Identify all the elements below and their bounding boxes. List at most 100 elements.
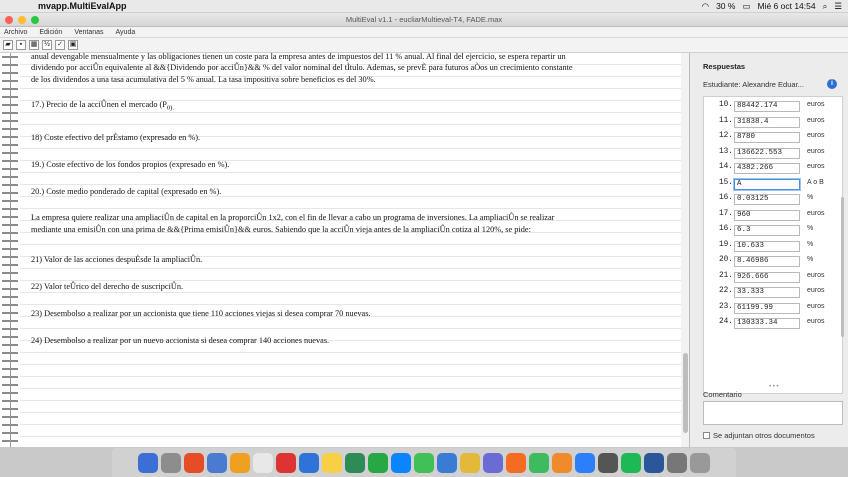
dock-app-icon[interactable]	[184, 452, 204, 473]
attach-checkbox-row[interactable]: Se adjuntan otros documentos	[703, 431, 815, 440]
menu-item-3[interactable]: Ayuda	[116, 29, 136, 36]
dock-app-icon[interactable]	[437, 452, 457, 473]
search-icon[interactable]: ⌕	[823, 1, 828, 12]
answer-input[interactable]: A	[734, 178, 800, 190]
wifi-icon[interactable]: ◠	[702, 1, 709, 12]
paragraph: anual devengable mensualmente y las obli…	[31, 53, 566, 61]
battery-icon[interactable]: ▭	[742, 1, 750, 12]
dock-app-icon[interactable]	[690, 452, 710, 473]
question-19: 19.) Coste efectivo de los fondos propio…	[31, 160, 230, 169]
answer-number: 11.	[718, 116, 733, 125]
answer-unit: euros	[807, 209, 825, 217]
question-18: 18) Coste efectivo del prÈstamo (expresa…	[31, 133, 201, 142]
dock-app-icon[interactable]	[552, 452, 572, 473]
maximize-icon[interactable]	[31, 16, 39, 24]
answer-input[interactable]: 88442.174	[734, 101, 800, 112]
answer-input[interactable]: 33.333	[734, 287, 800, 298]
dock-app-icon[interactable]	[253, 452, 273, 473]
dock-app-icon[interactable]	[460, 452, 480, 473]
calculator-icon[interactable]: ▦	[29, 40, 39, 50]
minimize-icon[interactable]	[18, 16, 26, 24]
answer-number: 17.	[718, 209, 733, 218]
dock-app-icon[interactable]	[138, 452, 158, 473]
answer-number: 19.	[718, 240, 733, 249]
answer-input[interactable]: 8.46986	[734, 256, 800, 267]
answer-unit: euros	[807, 302, 825, 310]
check-icon[interactable]: ✓	[55, 40, 65, 50]
comment-input[interactable]	[703, 401, 843, 425]
menubar-app-name[interactable]: mvapp.MultiEvalApp	[38, 1, 127, 11]
answer-input[interactable]: 960	[734, 209, 800, 221]
answer-row: 13. 136622.553 euros	[704, 147, 842, 162]
open-folder-icon[interactable]: ▰	[3, 40, 13, 50]
answer-row: 16. 6.3%	[704, 225, 842, 239]
answers-scrollbar[interactable]	[841, 197, 844, 337]
scrollbar-thumb[interactable]	[683, 353, 688, 433]
answer-row: 10. 88442.174 euros	[704, 101, 842, 115]
answers-panel: Respuestas Estudiante: Alexandre Eduar..…	[691, 53, 848, 447]
answer-row: 23. 61199.99 euros	[704, 302, 842, 317]
dock-app-icon[interactable]	[276, 452, 296, 473]
window-title: MultiEval v1.1 - eucliarMultieval-T4, FA…	[345, 15, 503, 24]
dock-app-icon[interactable]	[598, 452, 618, 473]
dock-app-icon[interactable]	[368, 452, 388, 473]
close-icon[interactable]	[5, 16, 13, 24]
notification-center-icon[interactable]: ☰	[834, 1, 842, 12]
dock-app-icon[interactable]	[483, 452, 503, 473]
system-menubar: mvapp.MultiEvalApp ◠ 30 % ▭ Mié 6 oct 14…	[0, 0, 848, 13]
answers-list[interactable]: 10. 88442.174 euros 11. 31838.4 euros 12. 8780 e…	[703, 96, 843, 394]
answer-number: 14.	[718, 163, 733, 171]
dock-app-icon[interactable]	[667, 452, 687, 473]
dock-app-icon[interactable]	[529, 452, 549, 473]
answer-input[interactable]: 0.03125	[734, 194, 800, 205]
attach-label: Se adjuntan otros documentos	[713, 431, 815, 440]
answer-number: 10.	[718, 101, 733, 109]
answer-input[interactable]: 136622.553	[734, 147, 800, 159]
answer-input[interactable]: 8780	[734, 132, 800, 143]
answer-input[interactable]: 4382.266	[734, 163, 800, 174]
dock-app-icon[interactable]	[345, 452, 365, 473]
answer-unit: euros	[807, 101, 825, 108]
answer-input[interactable]: 10.633	[734, 240, 800, 252]
exercise-document[interactable]: anual devengable mensualmente y las obli…	[0, 53, 690, 447]
dock-app-icon[interactable]	[644, 452, 664, 473]
fraction-icon[interactable]: ½	[42, 40, 52, 50]
attach-checkbox[interactable]	[703, 432, 710, 439]
paragraph: La empresa quiere realizar una ampliaciÛ…	[31, 213, 555, 222]
answer-row: 16. 0.03125%	[704, 194, 842, 208]
spiral-binding	[2, 53, 18, 447]
dock-app-icon[interactable]	[506, 452, 526, 473]
answer-row: 11. 31838.4 euros	[704, 116, 842, 131]
menu-item-1[interactable]: Edición	[39, 29, 62, 36]
answer-row: 15. A A o B	[704, 178, 842, 193]
answer-input[interactable]: 61199.99	[734, 302, 800, 314]
menu-item-2[interactable]: Ventanas	[74, 29, 103, 36]
dock-app-icon[interactable]	[299, 452, 319, 473]
answer-unit: euros	[807, 116, 825, 124]
split-handle[interactable]: • • •	[769, 384, 779, 390]
question-22: 22) Valor teÛrico del derecho de suscrip…	[31, 282, 184, 291]
dock-app-icon[interactable]	[391, 452, 411, 473]
document-scrollbar[interactable]	[681, 53, 689, 447]
window-titlebar[interactable]: MultiEval v1.1 - eucliarMultieval-T4, FA…	[0, 13, 848, 27]
save-icon[interactable]: ▪	[16, 40, 26, 50]
dock-app-icon[interactable]	[207, 452, 227, 473]
disk-icon[interactable]: ▣	[68, 40, 78, 50]
dock-app-icon[interactable]	[230, 452, 250, 473]
answer-input[interactable]: 6.3	[734, 225, 800, 236]
comment-label: Comentario	[703, 390, 742, 399]
dock-app-icon[interactable]	[414, 452, 434, 473]
answer-input[interactable]: 926.666	[734, 271, 800, 283]
menu-item-0[interactable]: Archivo	[4, 29, 27, 36]
answer-input[interactable]: 130333.34	[734, 318, 800, 329]
paragraph: de los dividendos a una tasa acumulativa…	[31, 75, 376, 84]
dock-app-icon[interactable]	[161, 452, 181, 473]
answer-input[interactable]: 31838.4	[734, 116, 800, 128]
answer-number: 16.	[718, 225, 733, 233]
dock-app-icon[interactable]	[575, 452, 595, 473]
info-icon[interactable]: i	[827, 79, 837, 89]
clock[interactable]: Mié 6 oct 14:54	[757, 1, 815, 11]
dock-app-icon[interactable]	[322, 452, 342, 473]
answer-row: 17. 960 euros	[704, 209, 842, 224]
dock-app-icon[interactable]	[621, 452, 641, 473]
